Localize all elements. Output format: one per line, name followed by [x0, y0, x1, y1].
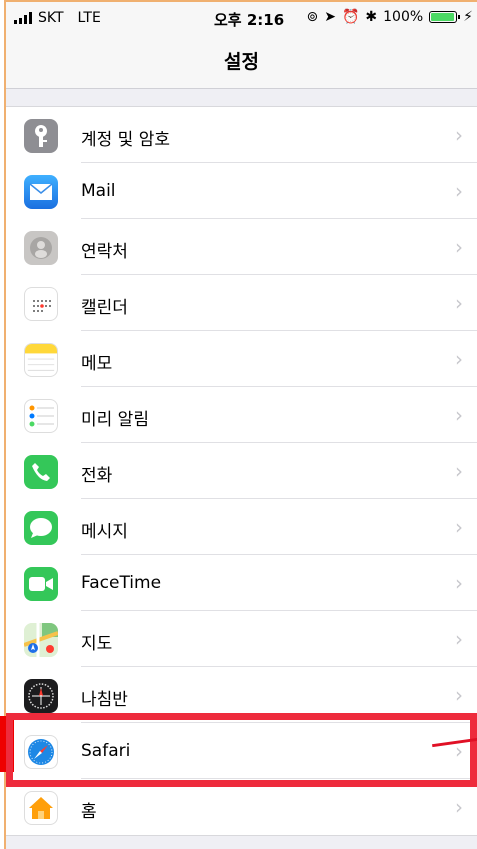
chevron-right-icon: ›: [455, 571, 463, 595]
settings-row-label: 계정 및 암호: [81, 130, 171, 150]
messages-icon: [24, 511, 58, 545]
key-icon: [24, 119, 58, 153]
alarm-icon: ⏰: [341, 9, 360, 25]
settings-row-mail[interactable]: Mail ›: [6, 163, 477, 219]
facetime-icon: [24, 567, 58, 601]
calendar-icon: [24, 287, 58, 321]
page-title: 설정: [224, 51, 259, 73]
bottom-group-gap: [6, 836, 477, 849]
charging-icon: ⚡: [463, 9, 473, 25]
settings-row-label: 연락처: [81, 242, 128, 262]
battery-fill: [431, 13, 455, 21]
chevron-right-icon: ›: [455, 235, 463, 259]
contacts-icon: [24, 231, 58, 265]
settings-row-facetime[interactable]: FaceTime ›: [6, 555, 477, 611]
chevron-right-icon: ›: [455, 515, 463, 539]
chevron-right-icon: ›: [455, 459, 463, 483]
rotation-lock-icon: ⊚: [306, 9, 319, 25]
mail-icon: [24, 175, 58, 209]
reminders-icon: [24, 399, 58, 433]
signal-icon: [14, 12, 32, 24]
settings-row-label: 홈: [81, 802, 97, 822]
settings-row-label: Mail: [81, 181, 116, 201]
settings-row-maps[interactable]: 지도 ›: [6, 611, 477, 667]
settings-row-safari[interactable]: Safari ›: [6, 723, 477, 779]
settings-list: 계정 및 암호 › Mail › 연락처 › 캘린더 › 메모 › 미리 알림 …: [6, 106, 477, 836]
settings-row-home[interactable]: 홈 ›: [6, 779, 477, 835]
navigation-bar: 설정: [6, 34, 477, 89]
settings-row-notes[interactable]: 메모 ›: [6, 331, 477, 387]
settings-row-phone[interactable]: 전화 ›: [6, 443, 477, 499]
location-icon: ➤: [324, 9, 336, 25]
notes-icon: [24, 343, 58, 377]
settings-row-calendar[interactable]: 캘린더 ›: [6, 275, 477, 331]
settings-row-label: FaceTime: [81, 573, 162, 593]
clock: 오후 2:16: [214, 11, 285, 29]
carrier-group: SKT LTE: [14, 10, 101, 26]
bluetooth-icon: ✱: [365, 9, 378, 25]
annotation-marker: [0, 716, 14, 772]
maps-icon: [24, 623, 58, 657]
settings-row-label: 나침반: [81, 690, 128, 710]
status-bar: SKT LTE 오후 2:16 ⊚ ➤ ⏰ ✱ 100% ⚡: [6, 2, 477, 34]
safari-icon: [24, 735, 58, 769]
settings-row-label: 캘린더: [81, 298, 128, 318]
status-icons: ⊚ ➤ ⏰ ✱ 100% ⚡: [306, 9, 473, 25]
phone-icon: [24, 455, 58, 489]
settings-row-label: 미리 알림: [81, 410, 149, 430]
battery-percent: 100%: [383, 9, 424, 25]
settings-row-label: 메모: [81, 354, 113, 374]
home-icon: [24, 791, 58, 825]
settings-row-accounts[interactable]: 계정 및 암호 ›: [6, 107, 477, 163]
compass-icon: [24, 679, 58, 713]
chevron-right-icon: ›: [455, 179, 463, 203]
settings-row-reminders[interactable]: 미리 알림 ›: [6, 387, 477, 443]
settings-row-contacts[interactable]: 연락처 ›: [6, 219, 477, 275]
chevron-right-icon: ›: [455, 123, 463, 147]
chevron-right-icon: ›: [455, 291, 463, 315]
settings-row-compass[interactable]: 나침반 ›: [6, 667, 477, 723]
chevron-right-icon: ›: [455, 795, 463, 819]
carrier-label: SKT: [38, 10, 64, 26]
battery-icon: [429, 11, 461, 23]
chevron-right-icon: ›: [455, 403, 463, 427]
network-label: LTE: [77, 10, 101, 26]
settings-row-messages[interactable]: 메시지 ›: [6, 499, 477, 555]
chevron-right-icon: ›: [455, 347, 463, 371]
settings-row-label: 지도: [81, 634, 113, 654]
settings-row-label: 메시지: [81, 522, 128, 542]
chevron-right-icon: ›: [455, 627, 463, 651]
settings-row-label: 전화: [81, 466, 113, 486]
settings-row-label: Safari: [81, 741, 131, 761]
chevron-right-icon: ›: [455, 683, 463, 707]
